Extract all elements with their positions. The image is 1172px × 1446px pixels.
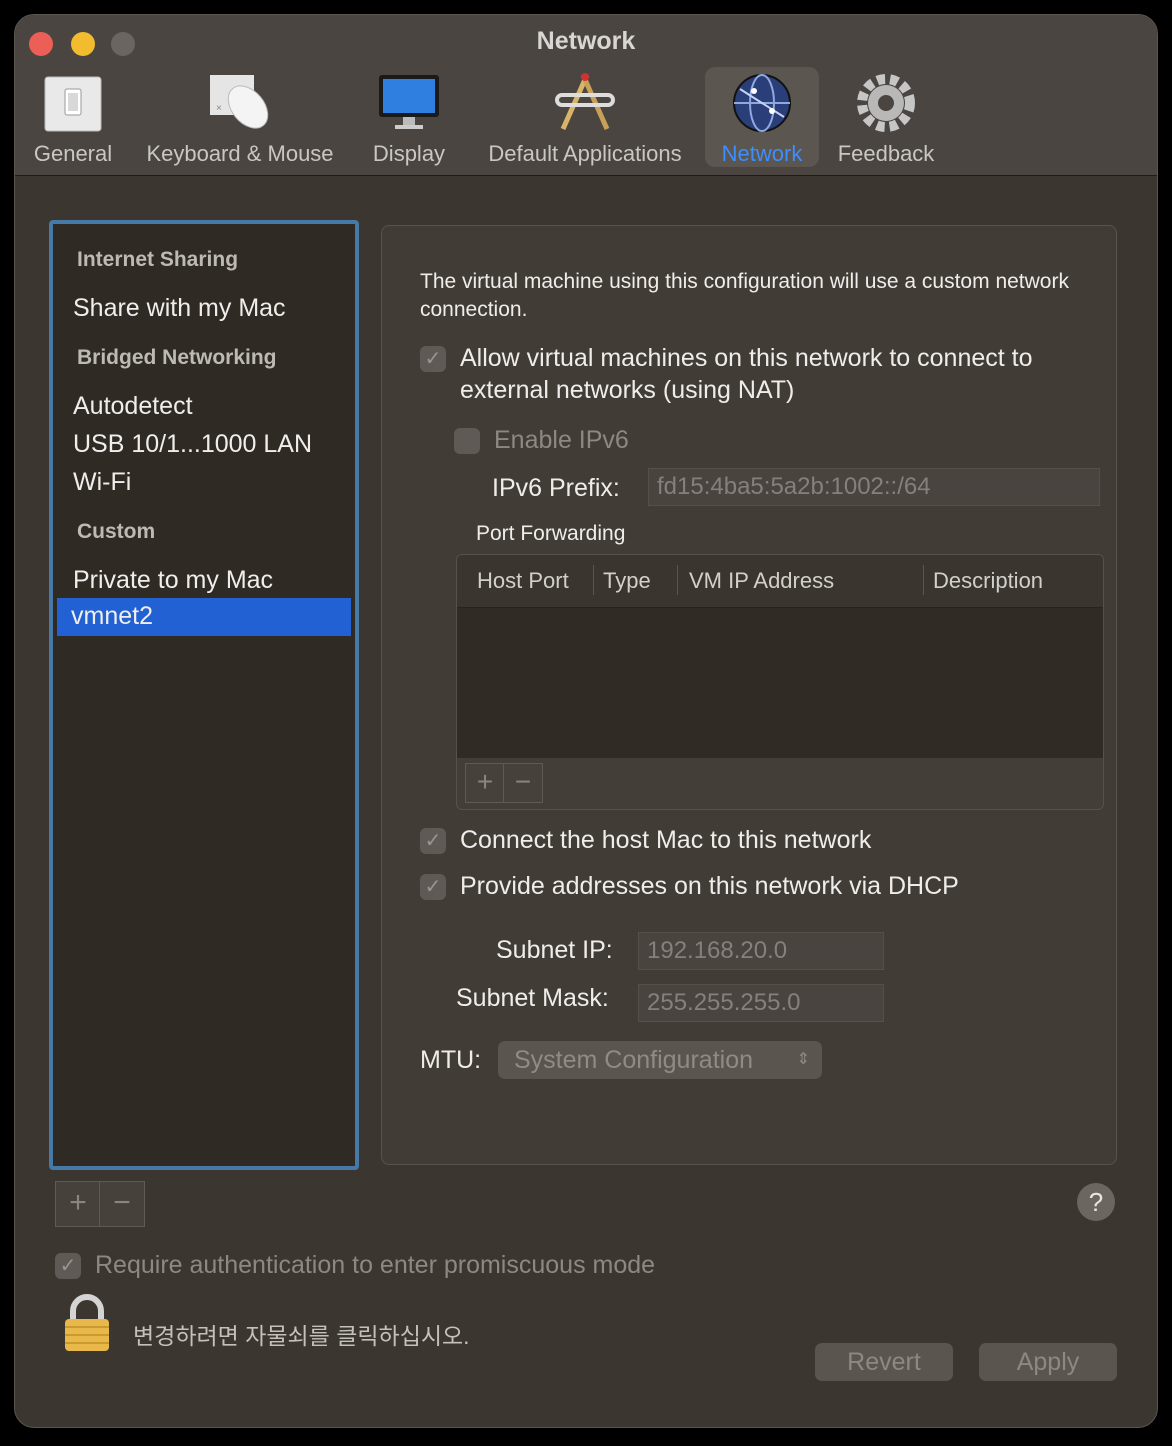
display-icon	[377, 71, 441, 135]
general-icon	[41, 71, 105, 135]
nat-checkbox[interactable]: ✓	[420, 346, 446, 372]
toolbar-label: Feedback	[837, 141, 935, 166]
list-item[interactable]: Private to my Mac	[73, 566, 273, 595]
toolbar-default-applications[interactable]: Default Applications	[477, 67, 693, 167]
subnet-ip-field[interactable]: 192.168.20.0	[638, 932, 884, 970]
checkmark-icon: ✓	[424, 348, 442, 370]
column-separator	[593, 565, 594, 595]
checkmark-icon: ✓	[424, 830, 442, 852]
lock-instruction-text: 변경하려면 자물쇠를 클릭하십시오.	[133, 1323, 470, 1349]
list-item[interactable]: Autodetect	[73, 392, 193, 421]
gear-icon	[854, 71, 918, 135]
toolbar-label: Keyboard & Mouse	[146, 141, 334, 166]
toolbar-keyboard-mouse[interactable]: × Keyboard & Mouse	[139, 67, 341, 167]
description-text: The virtual machine using this configura…	[420, 270, 1069, 321]
mtu-popup[interactable]: System Configuration ⇕	[498, 1041, 822, 1079]
subnet-mask-field[interactable]: 255.255.255.0	[638, 984, 884, 1022]
window-title: Network	[536, 27, 636, 55]
toolbar-display[interactable]: Display	[361, 67, 457, 167]
connect-host-checkbox[interactable]: ✓	[420, 828, 446, 854]
checkmark-icon: ✓	[424, 876, 442, 898]
checkmark-icon: ✓	[59, 1255, 77, 1277]
lock-icon[interactable]	[63, 1293, 111, 1353]
subnet-ip-label: Subnet IP:	[496, 936, 613, 964]
port-forwarding-table[interactable]: Host Port Type VM IP Address Description…	[456, 554, 1104, 810]
section-header: Internet Sharing	[77, 248, 239, 271]
connect-host-label: Connect the host Mac to this network	[460, 826, 872, 854]
network-settings-panel: The virtual machine using this configura…	[381, 225, 1117, 1165]
chevron-updown-icon: ⇕	[796, 1051, 810, 1068]
section-header: Bridged Networking	[77, 346, 277, 369]
toolbar-label: Default Applications	[488, 141, 682, 166]
column-vm-ip-address[interactable]: VM IP Address	[689, 568, 834, 594]
add-network-button[interactable]: +	[55, 1181, 101, 1227]
promiscuous-label: Require authentication to enter promiscu…	[95, 1251, 656, 1279]
mouse-icon: ×	[208, 71, 272, 135]
toolbar-network[interactable]: Network	[705, 67, 819, 167]
list-item-label: vmnet2	[71, 602, 153, 630]
toolbar-general[interactable]: General	[29, 67, 117, 167]
selected-list-item[interactable]: vmnet2	[57, 598, 351, 636]
help-button[interactable]: ?	[1077, 1183, 1115, 1221]
remove-port-forward-button[interactable]: −	[503, 763, 543, 803]
mtu-value: System Configuration	[514, 1046, 754, 1074]
column-separator	[923, 565, 924, 595]
table-body[interactable]	[457, 608, 1103, 758]
mtu-label: MTU:	[420, 1046, 482, 1074]
promiscuous-checkbox[interactable]: ✓	[55, 1253, 81, 1279]
nat-label: Allow virtual machines on this network t…	[460, 344, 1033, 404]
ipv6-checkbox[interactable]	[454, 428, 480, 454]
toolbar-label: General	[33, 141, 113, 166]
port-forwarding-label: Port Forwarding	[476, 522, 626, 545]
ipv6-label: Enable IPv6	[494, 426, 629, 454]
toolbar-feedback[interactable]: Feedback	[831, 67, 941, 167]
ipv6-prefix-label: IPv6 Prefix:	[492, 474, 620, 502]
column-type[interactable]: Type	[603, 568, 651, 594]
list-item[interactable]: Wi-Fi	[73, 468, 131, 497]
list-item[interactable]: USB 10/1...1000 LAN	[73, 430, 312, 459]
remove-network-button[interactable]: −	[99, 1181, 145, 1227]
column-host-port[interactable]: Host Port	[477, 568, 569, 594]
title-bar: Network General × Keyboard & Mouse Displ…	[15, 15, 1157, 176]
subnet-mask-label: Subnet Mask:	[456, 984, 609, 1012]
globe-icon	[730, 71, 794, 135]
network-preferences-window: Network General × Keyboard & Mouse Displ…	[14, 14, 1158, 1428]
network-list[interactable]: Internet Sharing Share with my Mac Bridg…	[49, 220, 359, 1170]
section-header: Custom	[77, 520, 156, 543]
column-separator	[677, 565, 678, 595]
dhcp-label: Provide addresses on this network via DH…	[460, 872, 959, 900]
list-item[interactable]: Share with my Mac	[73, 294, 286, 323]
revert-button[interactable]: Revert	[815, 1343, 953, 1381]
toolbar-label: Network	[721, 141, 803, 166]
toolbar-label: Display	[372, 141, 446, 166]
applications-icon	[553, 71, 617, 135]
column-description[interactable]: Description	[933, 568, 1043, 594]
dhcp-checkbox[interactable]: ✓	[420, 874, 446, 900]
svg-text:×: ×	[216, 103, 222, 114]
add-port-forward-button[interactable]: +	[465, 763, 505, 803]
apply-button[interactable]: Apply	[979, 1343, 1117, 1381]
ipv6-prefix-field[interactable]: fd15:4ba5:5a2b:1002::/64	[648, 468, 1100, 506]
table-header: Host Port Type VM IP Address Description	[457, 555, 1103, 608]
